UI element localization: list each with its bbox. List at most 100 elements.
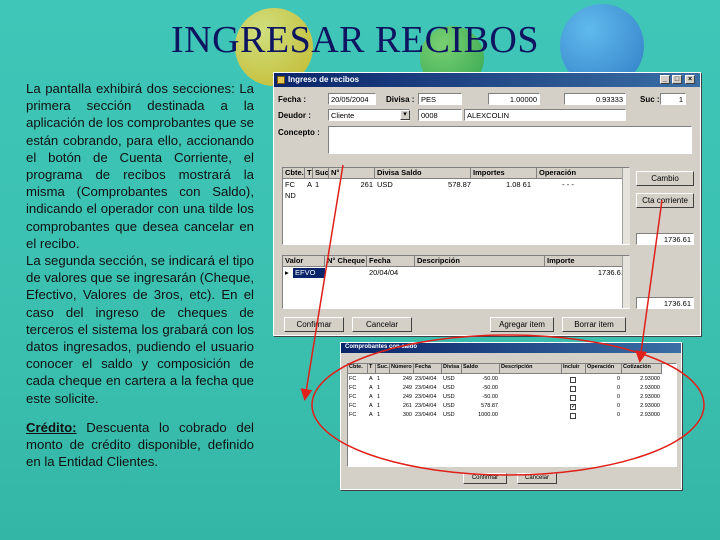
saldo-cell[interactable]: FC — [348, 403, 366, 411]
deudor-select[interactable]: Cliente — [328, 109, 410, 121]
saldo-cell[interactable]: FC — [348, 385, 366, 393]
cell[interactable]: ND — [283, 191, 305, 201]
cliente-name-field[interactable]: ALEXCOLIN — [464, 109, 626, 121]
col-header[interactable]: Valor — [283, 256, 325, 267]
saldo-col-header[interactable]: T — [368, 364, 376, 374]
saldo-cell[interactable]: 0 — [586, 385, 620, 393]
saldo-cell[interactable]: 2.93000 — [622, 394, 660, 402]
saldo-cancelar-button[interactable]: Cancelar — [517, 473, 557, 484]
saldo-cell[interactable]: 1 — [376, 385, 388, 393]
saldo-cell[interactable]: 23/04/04 — [414, 376, 440, 384]
saldo-cell[interactable]: 0 — [586, 394, 620, 402]
col-header[interactable]: Importe — [545, 256, 629, 267]
saldo-confirmar-button[interactable]: Confirmar — [463, 473, 507, 484]
saldo-cell[interactable]: 2.93000 — [622, 376, 660, 384]
saldo-cell[interactable] — [500, 412, 560, 420]
divisa-field[interactable]: PES — [418, 93, 462, 105]
cell[interactable]: USD — [375, 180, 415, 190]
cell[interactable]: 20/04/04 — [367, 268, 415, 278]
saldo-cell[interactable]: FC — [348, 376, 366, 384]
col-header[interactable]: N° — [329, 168, 375, 179]
cell[interactable]: A — [305, 180, 313, 190]
saldo-cell[interactable]: USD — [442, 412, 460, 420]
cancelar-button[interactable]: Cancelar — [352, 317, 412, 332]
saldo-cell[interactable]: A — [368, 385, 374, 393]
saldo-cell[interactable]: -50.00 — [462, 376, 498, 384]
saldo-col-header[interactable]: Incluir — [562, 364, 586, 374]
cell[interactable]: 1.08 61 — [471, 180, 531, 190]
saldo-cell[interactable]: FC — [348, 412, 366, 420]
col-header[interactable]: Cbte. — [283, 168, 305, 179]
chevron-down-icon[interactable]: ▾ — [400, 110, 410, 120]
incluir-checkbox[interactable]: ✓ — [570, 404, 576, 410]
saldo-grid[interactable]: Cbte. T Suc. Número Fecha Divisa Saldo Descripc… — [347, 363, 677, 467]
cta-corriente-button[interactable]: Cta corriente — [636, 193, 694, 208]
saldo-col-header[interactable]: Fecha — [414, 364, 442, 374]
borrar-item-button[interactable]: Borrar item — [562, 317, 626, 332]
grid2-scrollbar[interactable] — [622, 256, 630, 308]
rate2-field[interactable]: 0.93333 — [564, 93, 626, 105]
saldo-cell[interactable]: 1 — [376, 376, 388, 384]
saldo-cell[interactable]: 2.93000 — [622, 403, 660, 411]
col-header[interactable]: T — [305, 168, 313, 179]
saldo-cell[interactable]: 2.93000 — [622, 385, 660, 393]
cell[interactable]: 578.87 — [415, 180, 471, 190]
saldo-cell[interactable]: 1000.00 — [462, 412, 498, 420]
fecha-field[interactable]: 20/05/2004 — [328, 93, 376, 105]
saldo-col-header[interactable]: Número — [390, 364, 414, 374]
rate1-field[interactable]: 1.00000 — [488, 93, 540, 105]
saldo-cell[interactable]: 23/04/04 — [414, 403, 440, 411]
valores-grid[interactable]: Valor N° Cheque Fecha Descripción Import… — [282, 255, 630, 309]
cell[interactable]: 1 — [313, 180, 329, 190]
saldo-cell[interactable]: 23/04/04 — [414, 394, 440, 402]
saldo-col-header[interactable]: Cbte. — [348, 364, 368, 374]
saldo-cell[interactable]: 249 — [390, 376, 412, 384]
saldo-cell[interactable]: 249 — [390, 385, 412, 393]
concepto-field[interactable] — [328, 126, 692, 154]
grid1-scrollbar[interactable] — [622, 168, 630, 244]
saldo-cell[interactable] — [500, 394, 560, 402]
saldo-cell[interactable]: 261 — [390, 403, 412, 411]
saldo-cell[interactable] — [500, 385, 560, 393]
col-header[interactable]: Divisa Saldo — [375, 168, 471, 179]
saldo-col-header[interactable]: Saldo — [462, 364, 500, 374]
saldo-cell[interactable]: A — [368, 394, 374, 402]
cell[interactable]: 261 — [329, 180, 373, 190]
saldo-cell[interactable]: 23/04/04 — [414, 385, 440, 393]
incluir-checkbox[interactable] — [570, 395, 576, 401]
saldo-cell[interactable]: 0 — [586, 376, 620, 384]
col-header[interactable]: Descripción — [415, 256, 545, 267]
cell[interactable]: - - - — [537, 180, 597, 190]
saldo-col-header[interactable]: Suc. — [376, 364, 390, 374]
maximize-icon[interactable]: □ — [672, 75, 682, 84]
saldo-cell[interactable]: 300 — [390, 412, 412, 420]
minimize-icon[interactable]: _ — [660, 75, 670, 84]
cell[interactable]: FC — [283, 180, 305, 190]
saldo-cell[interactable]: FC — [348, 394, 366, 402]
saldo-cell[interactable]: 0 — [586, 412, 620, 420]
cambio-button[interactable]: Cambio — [636, 171, 694, 186]
saldo-col-header[interactable]: Operación — [586, 364, 622, 374]
saldo-cell[interactable]: 0 — [586, 403, 620, 411]
saldo-col-header[interactable]: Divisa — [442, 364, 462, 374]
confirmar-button[interactable]: Confirmar — [284, 317, 344, 332]
saldo-cell[interactable]: USD — [442, 403, 460, 411]
saldo-cell[interactable] — [500, 376, 560, 384]
suc-field[interactable]: 1 — [660, 93, 686, 105]
cell[interactable]: 1736.61 — [545, 268, 625, 278]
saldo-col-header[interactable]: Descripción — [500, 364, 562, 374]
saldo-cell[interactable]: 2.93000 — [622, 412, 660, 420]
saldo-cell[interactable]: 1 — [376, 394, 388, 402]
saldo-cell[interactable]: 23/04/04 — [414, 412, 440, 420]
saldo-cell[interactable]: USD — [442, 385, 460, 393]
saldo-col-header[interactable]: Cotización — [622, 364, 662, 374]
cliente-code-field[interactable]: 0008 — [418, 109, 462, 121]
close-icon[interactable]: × — [685, 75, 695, 84]
incluir-checkbox[interactable] — [570, 386, 576, 392]
col-header[interactable]: Fecha — [367, 256, 415, 267]
saldo-cell[interactable]: 578.87 — [462, 403, 498, 411]
saldo-cell[interactable]: A — [368, 403, 374, 411]
saldo-cell[interactable]: 249 — [390, 394, 412, 402]
saldo-cell[interactable]: USD — [442, 376, 460, 384]
saldo-cell[interactable]: A — [368, 412, 374, 420]
